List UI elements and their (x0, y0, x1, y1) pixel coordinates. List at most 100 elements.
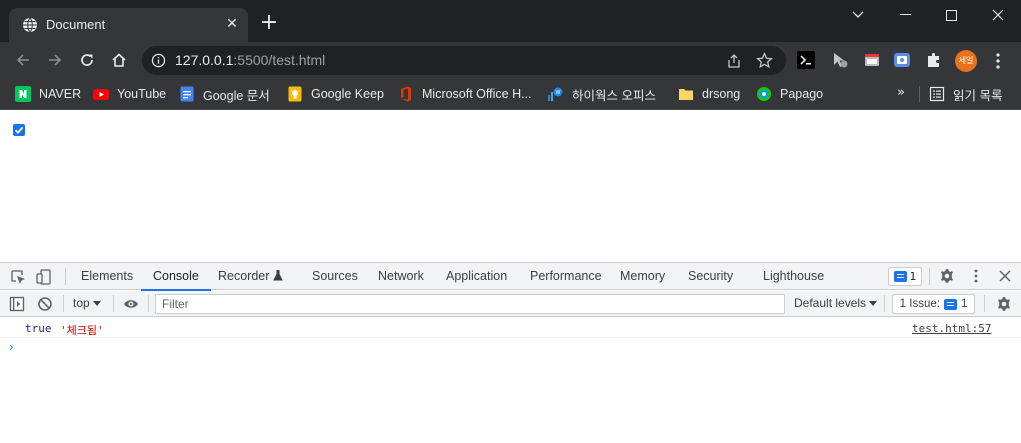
kebab-menu-icon[interactable] (991, 51, 1005, 71)
bookmarks-divider (919, 86, 920, 102)
bookmark-google-docs[interactable]: Google 문서 (179, 84, 270, 104)
close-window-button[interactable] (975, 0, 1021, 30)
folder-icon (679, 89, 693, 100)
page-viewport (0, 111, 1021, 262)
console-filter-input[interactable] (155, 294, 785, 314)
info-icon[interactable] (151, 53, 166, 68)
arrow-right-icon (49, 54, 62, 66)
office-icon (401, 86, 411, 102)
devtools-divider (63, 295, 64, 312)
devtools-divider (65, 268, 66, 285)
page-checkbox[interactable] (13, 124, 25, 136)
devtools-divider (884, 295, 885, 312)
title-bar: Document ✕ + (0, 0, 1021, 42)
log-source-link[interactable]: test.html:57 (912, 322, 991, 335)
bookmark-google-keep[interactable]: Google Keep (287, 84, 384, 104)
console-log-row: true '체크됨' test.html:57 (0, 318, 1021, 338)
tab-application[interactable]: Application (446, 263, 507, 290)
devtools-divider (984, 295, 985, 312)
device-toolbar-icon[interactable] (36, 269, 52, 285)
reload-button[interactable] (75, 48, 99, 72)
bookmark-papago[interactable]: Papago (756, 84, 823, 104)
google-docs-icon (180, 86, 194, 102)
tab-elements[interactable]: Elements (81, 263, 133, 290)
sidebar-toggle-icon[interactable] (9, 296, 25, 312)
browser-tab[interactable]: Document ✕ (9, 8, 248, 42)
reload-icon (81, 54, 93, 66)
url-text: 127.0.0.1:5500/test.html (175, 52, 326, 68)
bookmark-drsong[interactable]: drsong (678, 84, 740, 104)
back-button[interactable] (11, 48, 35, 72)
bookmark-hiworks[interactable]: W 하이웍스 오피스 (548, 84, 656, 104)
share-icon[interactable] (726, 53, 742, 69)
caret-down-icon (93, 301, 102, 306)
svg-text:W: W (556, 90, 561, 96)
issues-button[interactable]: 1 Issue: 1 (892, 294, 975, 314)
checkmark-icon (14, 126, 24, 134)
settings-gear-icon[interactable] (939, 268, 955, 284)
terminal-extension-icon[interactable] (797, 51, 815, 69)
arrow-left-icon (16, 54, 29, 66)
tab-lighthouse[interactable]: Lighthouse (763, 263, 824, 290)
forward-button[interactable] (43, 48, 67, 72)
devtools-divider (113, 295, 114, 312)
tab-recorder[interactable]: Recorder (218, 263, 283, 290)
tab-search-button[interactable] (835, 0, 881, 30)
devtools-close-icon[interactable] (997, 268, 1013, 284)
flask-icon (273, 270, 283, 281)
tab-performance[interactable]: Performance (530, 263, 602, 290)
chevron-down-icon (852, 11, 864, 18)
bookmark-office[interactable]: Microsoft Office H... (398, 84, 532, 104)
tab-memory[interactable]: Memory (620, 263, 665, 290)
address-bar[interactable]: 127.0.0.1:5500/test.html (142, 46, 786, 75)
tab-network[interactable]: Network (378, 263, 424, 290)
screen-extension-icon[interactable] (893, 51, 911, 69)
eye-icon[interactable] (123, 296, 139, 312)
reading-list-button[interactable]: 읽기 목록 (929, 84, 1002, 104)
bookmark-star-icon[interactable] (756, 52, 773, 69)
tab-sources[interactable]: Sources (312, 263, 358, 290)
puzzle-extensions-icon[interactable] (925, 51, 943, 69)
devtools-panel: Elements Console Recorder Sources Networ… (0, 262, 1021, 443)
devtools-kebab-icon[interactable] (968, 268, 984, 284)
issues-badge[interactable]: 1 (888, 267, 922, 286)
log-value: true (25, 322, 52, 335)
window-extension-icon[interactable] (863, 51, 881, 69)
tab-title: Document (46, 17, 106, 32)
maximize-button[interactable] (928, 0, 974, 30)
tab-console[interactable]: Console (141, 263, 211, 291)
console-prompt[interactable]: › (9, 340, 14, 354)
message-icon (943, 298, 957, 310)
bookmarks-overflow-button[interactable]: » (897, 85, 905, 100)
log-string: '체크됨' (60, 324, 104, 337)
minimize-button[interactable] (882, 0, 928, 30)
close-icon (992, 9, 1004, 21)
context-select[interactable]: top (73, 296, 102, 310)
hiworks-icon: W (548, 87, 563, 101)
maximize-icon (945, 9, 957, 21)
papago-icon (757, 87, 771, 101)
message-icon (893, 271, 907, 282)
inspect-element-icon[interactable] (10, 269, 26, 285)
reading-list-icon (929, 86, 945, 102)
tab-security[interactable]: Security (688, 263, 733, 290)
devtools-divider (929, 268, 930, 285)
devtools-tab-bar: Elements Console Recorder Sources Networ… (0, 263, 1021, 291)
new-tab-button[interactable]: + (259, 12, 279, 34)
bookmark-naver[interactable]: NAVER (15, 84, 81, 104)
minimize-icon (899, 14, 911, 15)
cursor-extension-icon[interactable] (831, 51, 849, 69)
bookmarks-bar: NAVER YouTube Google 문서 Google Keep Micr… (0, 79, 1021, 110)
bookmark-youtube[interactable]: YouTube (93, 84, 166, 104)
profile-avatar[interactable]: 세일 (955, 50, 977, 72)
clear-console-icon[interactable] (37, 296, 53, 312)
console-output: true '체크됨' test.html:57 › (0, 318, 1021, 443)
home-button[interactable] (107, 48, 131, 72)
devtools-divider (148, 295, 149, 312)
console-toolbar: top Default levels 1 Issue: 1 (0, 291, 1021, 317)
caret-down-icon (869, 301, 878, 306)
tab-close-icon[interactable]: ✕ (224, 16, 240, 32)
log-levels-select[interactable]: Default levels (794, 296, 878, 310)
youtube-icon (93, 89, 109, 100)
console-settings-icon[interactable] (996, 296, 1012, 312)
